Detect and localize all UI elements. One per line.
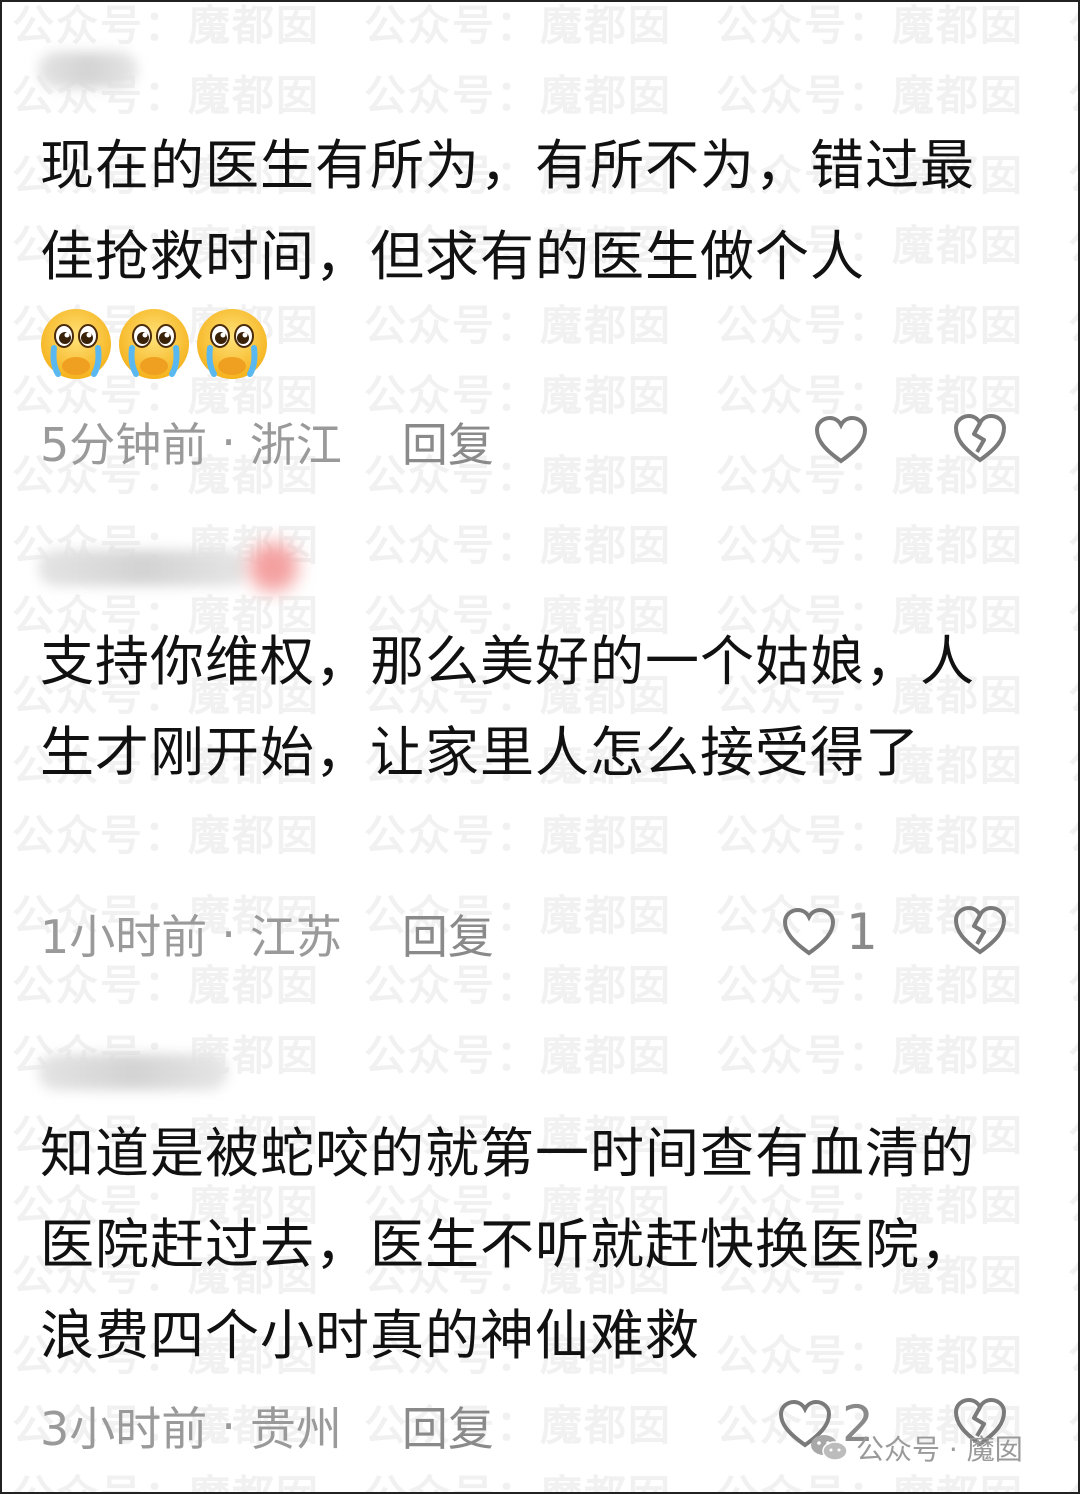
dislike-button[interactable] <box>952 904 1008 960</box>
pleading-crying-emoji-icon <box>41 304 278 384</box>
watermark-row: 公众号：魔都囡 公众号：魔都囡 公众号：魔都囡 公众号：魔都囡 <box>12 2 1078 50</box>
separator-dot: · <box>221 1399 236 1453</box>
username-blurred[interactable] <box>38 52 138 88</box>
comment-text: 支持你维权，那么美好的一个姑娘，人生才刚开始，让家里人怎么接受得了 <box>40 630 975 784</box>
username-blurred[interactable] <box>38 1054 228 1090</box>
like-button[interactable] <box>814 410 868 470</box>
emoji-row <box>38 304 278 384</box>
broken-heart-icon <box>953 413 1007 463</box>
dislike-button[interactable] <box>952 412 1008 468</box>
heart-icon <box>782 907 836 956</box>
comment-screenshot: 公众号：魔都囡 公众号：魔都囡 公众号：魔都囡 公众号：魔都囡 公众号：魔都囡 … <box>0 0 1080 1494</box>
comment-time: 5分钟前 <box>40 418 208 472</box>
comment-location: 贵州 <box>249 1402 342 1456</box>
wechat-account-watermark: 公众号 · 魔囡 <box>810 1428 1023 1468</box>
broken-heart-icon <box>953 905 1007 955</box>
comment-time: 3小时前 <box>40 1402 208 1456</box>
comment-meta: 5分钟前 · 浙江 回复 <box>40 412 494 472</box>
comment-text: 知道是被蛇咬的就第一时间查有血清的医院赶过去，医生不听就赶快换医院，浪费四个小时… <box>40 1122 975 1367</box>
reply-button[interactable]: 回复 <box>402 409 494 475</box>
user-badge-blurred <box>248 542 298 592</box>
separator-dot: · <box>221 907 236 961</box>
separator-dot: · <box>221 415 236 469</box>
watermark-row: 公众号：魔都囡 公众号：魔都囡 公众号：魔都囡 公众号：魔都囡 <box>12 71 1078 120</box>
like-count: 1 <box>846 903 878 961</box>
comment-meta: 1小时前 · 江苏 回复 <box>40 904 494 964</box>
comment-location: 江苏 <box>249 910 342 964</box>
comment-text: 现在的医生有所为，有所不为，错过最佳抢救时间，但求有的医生做个人 <box>40 134 975 288</box>
reply-button[interactable]: 回复 <box>402 1393 494 1459</box>
comment-time: 1小时前 <box>40 910 208 964</box>
username-blurred[interactable] <box>38 550 248 586</box>
footer-label: 公众号 · 魔囡 <box>856 1433 1023 1466</box>
watermark-row: 公众号：魔都囡 公众号：魔都囡 公众号：魔都囡 公众号：魔都囡 <box>12 811 1078 860</box>
comment-meta: 3小时前 · 贵州 回复 <box>40 1396 494 1456</box>
comment-location: 浙江 <box>249 418 342 472</box>
heart-icon <box>814 415 868 464</box>
reply-button[interactable]: 回复 <box>402 901 494 967</box>
like-button[interactable]: 1 <box>782 902 878 962</box>
wechat-icon <box>811 1435 848 1461</box>
